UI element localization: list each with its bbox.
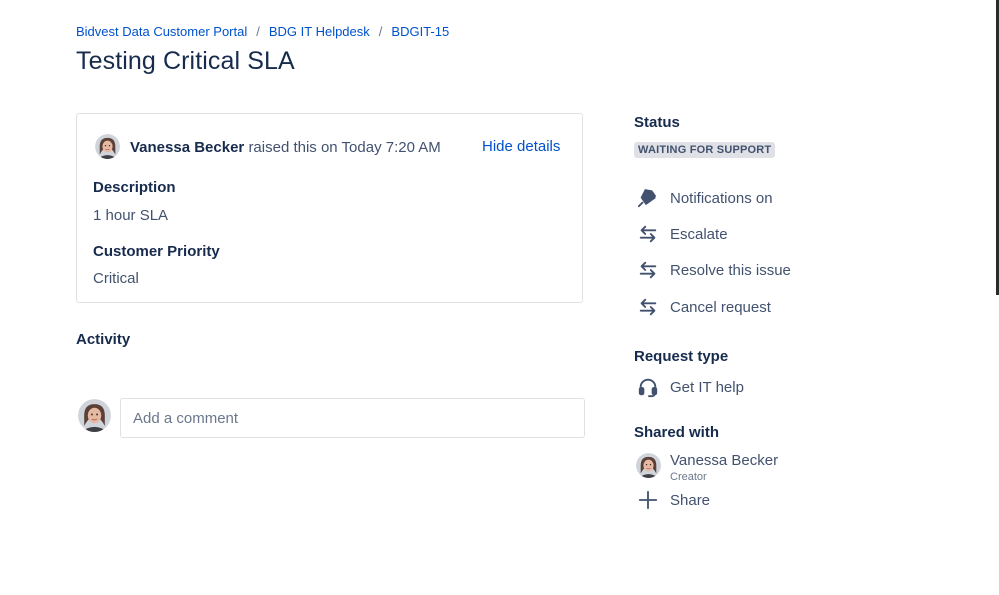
raised-timestamp-text: raised this on Today 7:20 AM — [248, 139, 441, 156]
notification-icon — [636, 186, 660, 210]
breadcrumb-portal-link[interactable]: Bidvest Data Customer Portal — [76, 24, 247, 39]
status-badge: WAITING FOR SUPPORT — [634, 142, 776, 158]
page-title: Testing Critical SLA — [76, 47, 295, 75]
description-label: Description — [93, 179, 176, 196]
customer-priority-value: Critical — [93, 270, 139, 287]
cancel-request-label: Cancel request — [670, 298, 771, 316]
request-type-heading: Request type — [634, 348, 729, 365]
cancel-request-action[interactable]: Cancel request — [636, 295, 771, 319]
activity-heading: Activity — [76, 331, 131, 348]
request-details-card: Vanessa Becker raised this on Today 7:20… — [76, 113, 583, 303]
shared-user-name: Vanessa Becker — [670, 452, 779, 469]
breadcrumb-separator: / — [378, 24, 383, 39]
notifications-toggle[interactable]: Notifications on — [636, 186, 773, 210]
commenter-avatar — [78, 399, 111, 432]
breadcrumb: Bidvest Data Customer Portal / BDG IT He… — [76, 24, 449, 39]
shared-user-role: Creator — [670, 471, 707, 483]
transition-arrows-icon — [636, 295, 660, 319]
customer-priority-label: Customer Priority — [93, 243, 220, 260]
request-type-value: Get IT help — [636, 375, 744, 399]
plus-icon — [636, 488, 660, 512]
description-value: 1 hour SLA — [93, 207, 169, 224]
raiser-name: Vanessa Becker — [130, 139, 245, 156]
request-type-label: Get IT help — [670, 378, 744, 396]
notifications-label: Notifications on — [670, 189, 773, 207]
share-button[interactable]: Share — [636, 488, 710, 512]
raised-by-line: Vanessa Becker raised this on Today 7:20… — [130, 139, 441, 156]
breadcrumb-helpdesk-link[interactable]: BDG IT Helpdesk — [269, 24, 370, 39]
transition-arrows-icon — [636, 222, 660, 246]
breadcrumb-issue-link[interactable]: BDGIT-15 — [391, 24, 449, 39]
hide-details-link[interactable]: Hide details — [482, 138, 560, 155]
breadcrumb-separator: / — [256, 24, 260, 39]
escalate-action[interactable]: Escalate — [636, 222, 728, 246]
share-label: Share — [670, 491, 711, 509]
raiser-avatar — [95, 134, 120, 159]
shared-with-heading: Shared with — [634, 424, 720, 441]
resolve-issue-action[interactable]: Resolve this issue — [636, 258, 791, 282]
shared-user-avatar — [636, 453, 661, 478]
add-comment-input[interactable] — [120, 398, 585, 438]
status-heading: Status — [634, 114, 680, 131]
transition-arrows-icon — [636, 258, 660, 282]
escalate-label: Escalate — [670, 225, 728, 243]
resolve-issue-label: Resolve this issue — [670, 261, 791, 279]
headset-icon — [636, 375, 660, 399]
